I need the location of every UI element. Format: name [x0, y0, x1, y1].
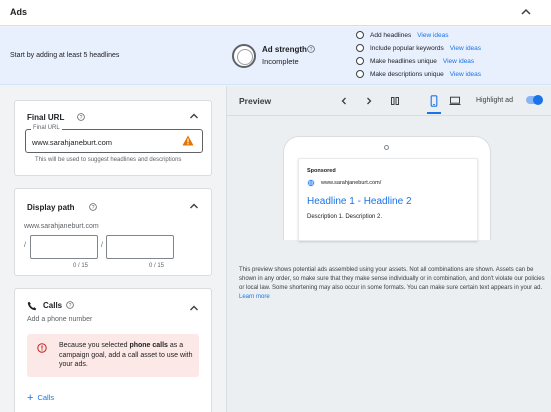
ad-strength-label: Ad strength — [262, 45, 307, 54]
chevron-right-icon[interactable] — [364, 96, 374, 106]
final-url-card: Final URL ? Final URL www.sarahjaneburt.… — [14, 100, 212, 176]
tip-label: Add headlines — [370, 31, 412, 39]
phone-camera-dot — [384, 145, 389, 150]
tip-label: Make headlines unique — [370, 57, 437, 65]
desktop-device-icon[interactable] — [449, 96, 461, 106]
ad-display-url: www.sarahjaneburt.com/ — [321, 180, 382, 186]
chevron-up-icon[interactable] — [520, 6, 532, 18]
alert-message: Because you selected phone calls as a ca… — [59, 342, 193, 368]
calls-subtitle: Add a phone number — [27, 316, 93, 323]
svg-text:?: ? — [310, 47, 313, 53]
path-2-char-count: 0 / 15 — [149, 263, 165, 269]
view-columns-icon[interactable] — [390, 96, 400, 106]
sponsored-label: Sponsored — [307, 168, 336, 174]
view-ideas-link[interactable]: View ideas — [450, 45, 481, 52]
calls-title: Calls — [43, 301, 63, 310]
call-asset-alert: Because you selected phone calls as a ca… — [27, 334, 199, 377]
help-icon[interactable]: ? — [307, 45, 315, 53]
path-2-input[interactable] — [106, 235, 174, 259]
checkbox-circle-icon — [356, 70, 364, 78]
help-icon[interactable]: ? — [89, 203, 97, 211]
chevron-up-icon[interactable] — [189, 201, 199, 211]
chevron-up-icon[interactable] — [189, 111, 199, 121]
tip-label: Make descriptions unique — [370, 70, 444, 78]
path-separator: / — [24, 242, 26, 249]
final-url-field-label: Final URL — [31, 125, 62, 131]
ad-description: Description 1. Description 2. — [307, 214, 383, 220]
highlight-ad-toggle[interactable] — [526, 95, 543, 105]
tip-item: Make descriptions unique View ideas — [356, 69, 481, 79]
display-path-card: Display path ? www.sarahjaneburt.com / /… — [14, 188, 212, 276]
final-url-title: Final URL — [27, 113, 65, 122]
path-separator: / — [101, 242, 103, 249]
ads-header: Ads — [0, 0, 551, 26]
ad-strength-value: Incomplete — [262, 57, 299, 66]
phone-icon — [27, 301, 37, 311]
help-icon[interactable]: ? — [77, 113, 85, 121]
highlight-ad-label: Highlight ad — [476, 97, 513, 104]
preview-title: Preview — [239, 96, 272, 106]
ad-headline: Headline 1 - Headline 2 — [307, 196, 412, 207]
plus-icon: + — [27, 391, 34, 404]
add-calls-label: Calls — [37, 393, 55, 402]
learn-more-link[interactable]: Learn more — [239, 294, 270, 300]
tip-label: Include popular keywords — [370, 44, 444, 52]
chevron-up-icon[interactable] — [189, 303, 199, 313]
ad-assets-column: Final URL ? Final URL www.sarahjaneburt.… — [0, 86, 226, 412]
add-calls-button[interactable]: + Calls — [27, 391, 55, 404]
ad-preview-card: Sponsored www.sarahjaneburt.com/ Headlin… — [298, 158, 478, 241]
tip-item: Make headlines unique View ideas — [356, 56, 474, 66]
tip-item: Include popular keywords View ideas — [356, 43, 481, 53]
selected-device-indicator — [427, 112, 441, 114]
final-url-hint: This will be used to suggest headlines a… — [35, 157, 182, 163]
svg-text:?: ? — [80, 115, 83, 121]
path-1-input[interactable] — [30, 235, 98, 259]
calls-card: Calls ? Add a phone number Because you s… — [14, 288, 212, 412]
ad-strength-ring-icon — [232, 44, 256, 68]
preview-panel: Preview Highlight ad Sponsored www.sarah… — [226, 86, 551, 412]
section-title: Ads — [10, 7, 28, 17]
help-icon[interactable]: ? — [66, 301, 74, 309]
view-ideas-link[interactable]: View ideas — [443, 58, 474, 65]
display-path-title: Display path — [27, 203, 75, 212]
preview-disclaimer: This preview shows potential ads assembl… — [239, 267, 545, 300]
view-ideas-link[interactable]: View ideas — [450, 71, 481, 78]
checkbox-circle-icon — [356, 44, 364, 52]
tip-item: Add headlines View ideas — [356, 30, 449, 40]
banner-message: Start by adding at least 5 headlines — [10, 52, 120, 59]
mobile-device-icon[interactable] — [429, 95, 439, 107]
globe-icon — [307, 179, 315, 187]
display-path-base-url: www.sarahjaneburt.com — [24, 223, 99, 230]
chevron-left-icon[interactable] — [339, 96, 349, 106]
phone-mockup: Sponsored www.sarahjaneburt.com/ Headlin… — [283, 136, 491, 241]
svg-text:?: ? — [92, 205, 95, 211]
warning-icon — [182, 135, 194, 146]
final-url-value[interactable]: www.sarahjaneburt.com — [32, 138, 112, 147]
svg-text:?: ? — [69, 303, 72, 309]
preview-toolbar: Preview Highlight ad — [227, 86, 551, 116]
path-1-char-count: 0 / 15 — [73, 263, 89, 269]
checkbox-circle-icon — [356, 57, 364, 65]
error-icon — [37, 343, 47, 353]
view-ideas-link[interactable]: View ideas — [417, 32, 448, 39]
checkbox-circle-icon — [356, 31, 364, 39]
